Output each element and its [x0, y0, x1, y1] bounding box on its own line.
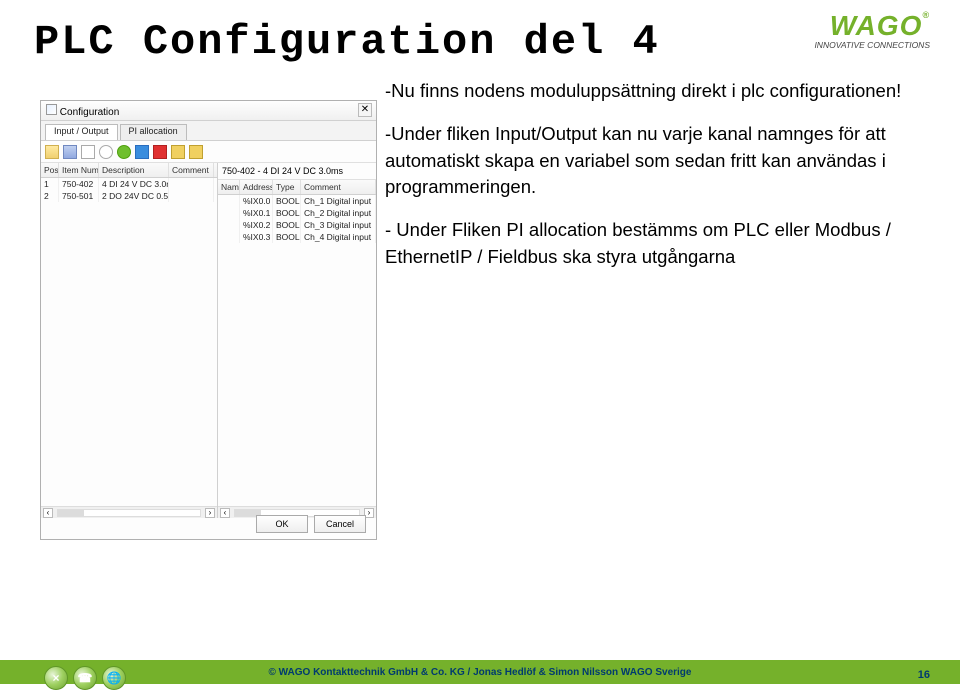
table-row[interactable]: %IX0.3 BOOL Ch_4 Digital input — [218, 231, 376, 243]
col-desc: Description — [99, 163, 169, 177]
footer-text: © WAGO Kontakttechnik GmbH & Co. KG / Jo… — [269, 667, 692, 678]
close-icon[interactable]: ✕ — [358, 103, 372, 117]
phone-circle-icon: ☎ — [73, 666, 97, 690]
col-address: Address — [240, 180, 273, 194]
insert-icon[interactable] — [135, 145, 149, 159]
col-item: Item Number — [59, 163, 99, 177]
io-toolbar — [41, 141, 376, 163]
table-row[interactable]: %IX0.0 BOOL Ch_1 Digital input — [218, 195, 376, 207]
window-tabs: Input / Output PI allocation — [41, 121, 376, 141]
scroll-left-icon[interactable]: ‹ — [220, 508, 230, 518]
channel-pane: 750-402 - 4 DI 24 V DC 3.0ms Name Addres… — [218, 163, 376, 518]
delete-icon[interactable] — [153, 145, 167, 159]
io-body: Pos. Item Number Description Comment 1 7… — [41, 163, 376, 518]
col-pos: Pos. — [41, 163, 59, 177]
left-scrollbar[interactable]: ‹ › — [41, 506, 217, 518]
col-type: Type — [273, 180, 301, 194]
export-icon[interactable] — [81, 145, 95, 159]
footer-bar: © WAGO Kontakttechnik GmbH & Co. KG / Jo… — [0, 660, 960, 684]
table-row[interactable]: 2 750-501 2 DO 24V DC 0.5A — [41, 190, 217, 202]
brand-name: WAGO — [830, 10, 923, 41]
col-com: Comment — [169, 163, 214, 177]
table-row[interactable]: 1 750-402 4 DI 24 V DC 3.0ms — [41, 178, 217, 190]
footer-circles: × ☎ 🌐 — [44, 666, 126, 690]
tree-icon — [46, 104, 57, 115]
col-comment: Comment — [301, 180, 376, 194]
page-title: PLC Configuration del 4 — [34, 18, 660, 66]
selected-module-label: 750-402 - 4 DI 24 V DC 3.0ms — [218, 163, 376, 180]
reg-mark: ® — [922, 10, 930, 20]
globe-circle-icon: 🌐 — [102, 666, 126, 690]
window-titlebar: Configuration ✕ — [41, 101, 376, 121]
col-name: Name — [218, 180, 240, 194]
bullet-3: - Under Fliken PI allocation bestämms om… — [385, 217, 915, 271]
configuration-window: Configuration ✕ Input / Output PI alloca… — [40, 100, 377, 540]
save-icon[interactable] — [63, 145, 77, 159]
left-header-row: Pos. Item Number Description Comment — [41, 163, 217, 178]
move-up-icon[interactable] — [171, 145, 185, 159]
dialog-button-row: OK Cancel — [256, 515, 366, 533]
open-icon[interactable] — [45, 145, 59, 159]
cancel-button[interactable]: Cancel — [314, 515, 366, 533]
brand-logo: WAGO® INNOVATIVE CONNECTIONS — [814, 10, 930, 50]
move-down-icon[interactable] — [189, 145, 203, 159]
right-header-row: Name Address Type Comment — [218, 180, 376, 195]
brand-wordmark: WAGO® — [830, 10, 930, 42]
tab-input-output[interactable]: Input / Output — [45, 124, 118, 140]
bullet-1: -Nu finns nodens moduluppsättning direkt… — [385, 78, 915, 105]
close-circle-icon: × — [44, 666, 68, 690]
module-list-pane: Pos. Item Number Description Comment 1 7… — [41, 163, 218, 518]
zoom-icon[interactable] — [99, 145, 113, 159]
ok-button[interactable]: OK — [256, 515, 308, 533]
scroll-right-icon[interactable]: › — [205, 508, 215, 518]
page-number: 16 — [918, 669, 930, 681]
bullets-block: -Nu finns nodens moduluppsättning direkt… — [385, 78, 915, 287]
tab-pi-allocation[interactable]: PI allocation — [120, 124, 187, 140]
table-row[interactable]: %IX0.1 BOOL Ch_2 Digital input — [218, 207, 376, 219]
bullet-2: -Under fliken Input/Output kan nu varje … — [385, 121, 915, 201]
table-row[interactable]: %IX0.2 BOOL Ch_3 Digital input — [218, 219, 376, 231]
add-icon[interactable] — [117, 145, 131, 159]
window-title: Configuration — [60, 107, 119, 118]
scroll-left-icon[interactable]: ‹ — [43, 508, 53, 518]
